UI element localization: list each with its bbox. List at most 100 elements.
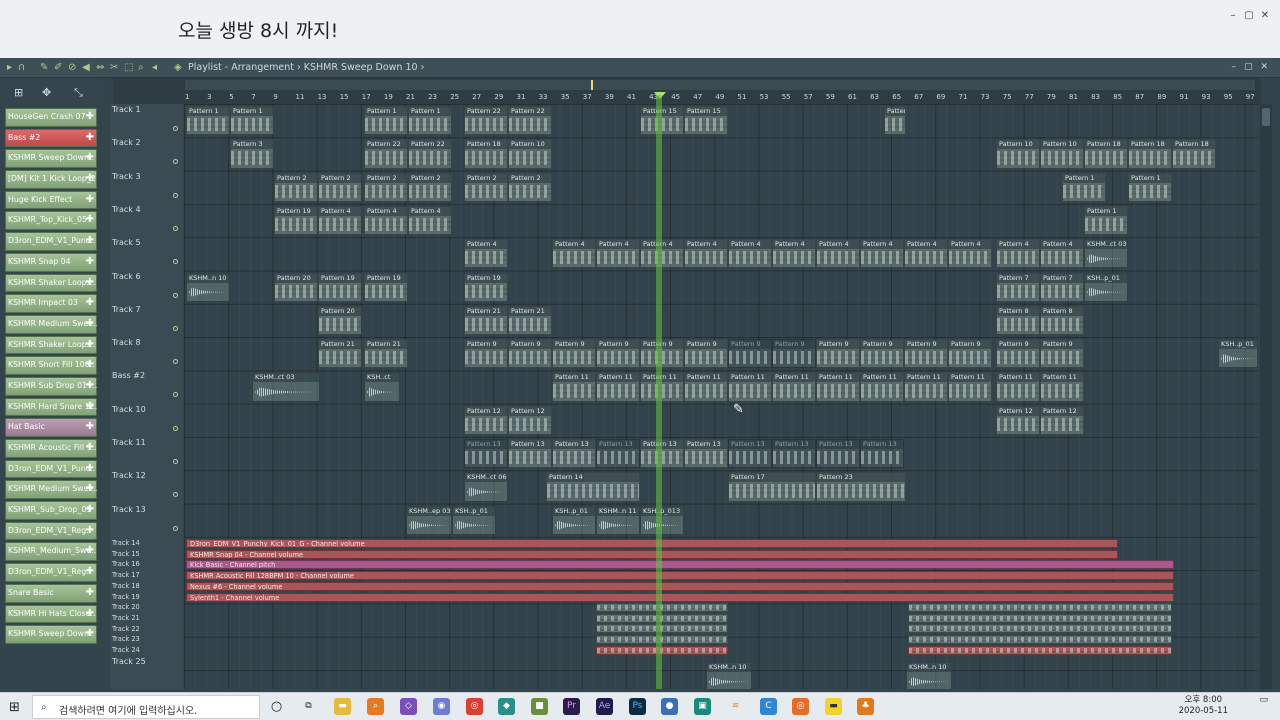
channel-button[interactable]: KSHMR Short Fill 100.. ✚ — [5, 356, 97, 375]
audio-clip[interactable]: KSHM..ct 06 — [464, 472, 508, 502]
pattern-clip[interactable]: Pattern 13 — [596, 439, 640, 469]
pattern-clip[interactable]: Pattern 9 — [640, 339, 684, 369]
pattern-clip[interactable]: Pattern 1 — [364, 106, 408, 136]
pattern-clip[interactable]: Pattern 11 — [728, 372, 772, 402]
pattern-clip[interactable]: Pattern 19 — [364, 272, 408, 302]
pattern-clip[interactable]: Pattern 19 — [464, 272, 508, 302]
pattern-clip[interactable]: Pattern 21 — [318, 339, 362, 369]
pattern-clip[interactable]: Pattern 13 — [772, 439, 816, 469]
minimize-icon[interactable]: – — [1228, 10, 1238, 21]
track-label[interactable]: Track 19 — [112, 593, 140, 601]
pattern-clip[interactable]: Pattern 13 — [684, 439, 728, 469]
pattern-clip[interactable]: Pattern 12 — [464, 405, 508, 435]
audio-clip[interactable]: KSHM..n 10 — [906, 662, 952, 689]
pattern-clip[interactable]: Pattern 1 — [186, 106, 230, 136]
pattern-clip[interactable]: Pattern 13 — [860, 439, 904, 469]
track-label[interactable]: Track 21 — [112, 614, 140, 622]
audio-clip[interactable]: KSH..p_01 — [552, 505, 596, 535]
add-channel-icon[interactable]: ✚ — [86, 294, 94, 313]
pattern-clip[interactable]: Pattern 4 — [948, 239, 992, 269]
pattern-clip[interactable] — [596, 603, 728, 612]
channel-button[interactable]: Bass #2 ✚ — [5, 128, 97, 148]
pattern-clip[interactable]: Pattern 8 — [996, 305, 1040, 336]
audio-clip[interactable]: KSHM..n 10 — [706, 662, 752, 689]
app-icon[interactable]: ◆ — [498, 698, 515, 715]
pattern-clip[interactable]: Pattern 13 — [728, 439, 772, 469]
add-channel-icon[interactable]: ✚ — [86, 232, 94, 251]
track-label[interactable]: Track 5 — [112, 238, 141, 247]
track-label[interactable]: Track 6 — [112, 272, 141, 281]
channel-button[interactable]: HouseGen Crash 07 ✚ — [5, 108, 97, 127]
after-effects-icon[interactable]: Ae — [596, 698, 613, 715]
audio-clip[interactable]: KSH..p_01 — [452, 505, 496, 535]
maximize-icon[interactable]: ▢ — [1244, 10, 1254, 21]
pattern-clip[interactable]: Pattern 4 — [860, 239, 904, 269]
brush-icon[interactable]: ✐ — [54, 62, 62, 73]
fl-studio-icon[interactable]: ♣ — [857, 698, 874, 715]
pattern-clip[interactable]: Pattern 9 — [684, 339, 728, 369]
pattern-clip[interactable]: Pattern 1 — [1062, 172, 1106, 202]
pattern-clip[interactable]: Pattern 9 — [948, 339, 992, 369]
channel-button[interactable]: D3ron_EDM_V1_Punc.. ✚ — [5, 232, 97, 251]
pattern-clip[interactable]: Pattern 13 — [508, 439, 552, 469]
clock[interactable]: 오후 8:00 2020-05-11 — [1179, 695, 1228, 717]
pattern-clip[interactable]: Pattern 19 — [318, 272, 362, 302]
pattern-clip[interactable]: Pattern 12 — [508, 405, 552, 435]
pattern-clip[interactable]: Pattern 4 — [408, 205, 452, 236]
pencil-icon[interactable]: ✎ — [40, 62, 48, 73]
move-icon[interactable]: ✥ — [42, 86, 51, 99]
premiere-icon[interactable]: Pr — [563, 698, 580, 715]
track-label[interactable]: Track 14 — [112, 539, 140, 547]
scrollbar-thumb[interactable] — [1262, 108, 1270, 126]
photoshop-icon[interactable]: Ps — [629, 698, 646, 715]
file-explorer-icon[interactable]: ▬ — [334, 698, 351, 715]
automation-clip[interactable]: D3ron_EDM_V1_Punchy_Kick_01_G - Channel … — [186, 539, 1118, 548]
pattern-clip[interactable]: Pattern 17 — [728, 472, 816, 502]
pattern-clip[interactable]: Pattern 14 — [546, 472, 640, 502]
pattern-clip[interactable] — [596, 613, 728, 623]
add-channel-icon[interactable]: ✚ — [86, 522, 94, 541]
pattern-clip[interactable]: Pattern 2 — [464, 172, 508, 202]
playhead[interactable] — [656, 95, 662, 689]
track-label[interactable]: Track 11 — [112, 438, 146, 447]
channel-button[interactable]: KSHMR Sweep Down.. ✚ — [5, 625, 97, 644]
add-channel-icon[interactable]: ✚ — [86, 377, 94, 396]
song-position-marker[interactable] — [591, 80, 593, 90]
close-icon[interactable]: ✕ — [1260, 10, 1270, 21]
pattern-clip[interactable]: Pattern 1 — [230, 106, 274, 136]
pattern-clip[interactable]: Pattern 4 — [364, 205, 408, 236]
channel-button[interactable]: [DM] Kit 1 Kick Loop_2 ✚ — [5, 170, 97, 189]
add-channel-icon[interactable]: ✚ — [86, 605, 94, 624]
add-channel-icon[interactable]: ✚ — [86, 356, 94, 375]
pattern-clip[interactable]: Pattern 7 — [996, 272, 1040, 302]
pattern-clip[interactable]: Pattern 2 — [408, 172, 452, 202]
add-channel-icon[interactable]: ✚ — [86, 418, 94, 437]
channel-button[interactable]: KSHMR Shaker Loops.. ✚ — [5, 273, 97, 293]
pattern-clip[interactable]: Pattern 12 — [1040, 405, 1084, 435]
pattern-clip[interactable]: Pattern 13 — [816, 439, 860, 469]
audio-clip[interactable]: KSH..p_013 — [640, 505, 684, 535]
track-label[interactable]: Track 3 — [112, 172, 141, 181]
pattern-clip[interactable]: Pattern 8 — [1040, 305, 1084, 336]
pattern-clip[interactable]: Pattern 4 — [772, 239, 816, 269]
pattern-clip[interactable]: Pattern 15 — [684, 106, 728, 136]
add-channel-icon[interactable]: ✚ — [86, 129, 94, 148]
pattern-clip[interactable]: Pattern 18 — [1128, 139, 1172, 169]
track-label[interactable]: Track 15 — [112, 550, 140, 558]
track-label[interactable]: Track 23 — [112, 635, 140, 643]
overview-scrollbar[interactable] — [185, 80, 1255, 90]
pattern-clip[interactable]: Pattern 11 — [684, 372, 728, 402]
track-label[interactable]: Track 7 — [112, 305, 141, 314]
slice-icon[interactable]: ✂ — [110, 62, 118, 73]
channel-button[interactable]: KSHMR Hard Snare 12.. ✚ — [5, 397, 97, 417]
search-box[interactable]: ⌕ 검색하려면 여기에 입력하십시오. — [32, 695, 260, 719]
pattern-clip[interactable]: Pattern 4 — [464, 239, 508, 269]
slip-icon[interactable]: ⇔ — [96, 62, 104, 73]
track-label[interactable]: Bass #2 — [112, 371, 145, 380]
pattern-clip[interactable]: Pattern 20 — [318, 305, 362, 336]
add-channel-icon[interactable]: ✚ — [86, 460, 94, 479]
cortana-icon[interactable]: ○ — [268, 698, 285, 715]
pattern-clip[interactable]: Pattern 9 — [728, 339, 772, 369]
windows-start-icon[interactable]: ⊞ — [9, 700, 20, 715]
pattern-clip[interactable] — [908, 645, 1172, 655]
